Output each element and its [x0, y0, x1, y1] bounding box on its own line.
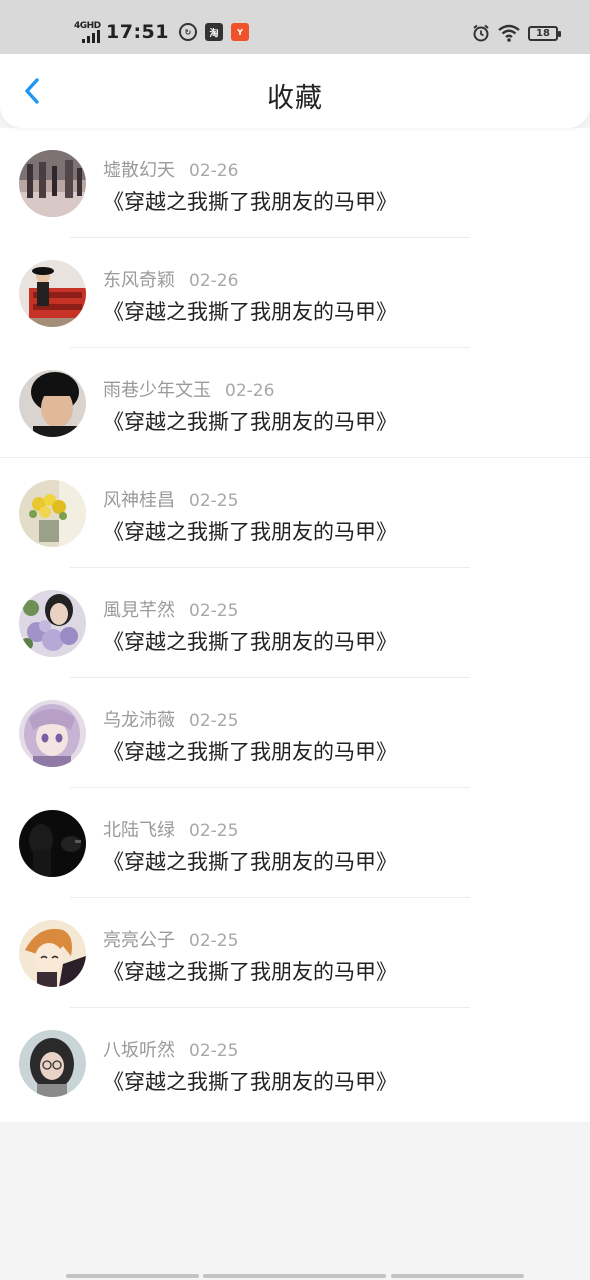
item-date: 02-25 — [189, 1041, 239, 1061]
book-title: 《穿越之我撕了我朋友的马甲》 — [103, 960, 397, 984]
taobao-icon: 淘 — [204, 23, 223, 41]
item-date: 02-25 — [189, 601, 239, 621]
list-item[interactable]: 东风奇颖 02-26 《穿越之我撕了我朋友的马甲》 — [0, 238, 590, 348]
alarm-icon — [473, 24, 489, 42]
user-name: 墟散幻天 — [103, 160, 175, 181]
list-item[interactable]: 八坂听然 02-25 《穿越之我撕了我朋友的马甲》 — [0, 1008, 590, 1118]
wifi-icon — [498, 24, 520, 42]
item-date: 02-25 — [189, 931, 239, 951]
item-date: 02-26 — [225, 381, 275, 401]
book-title: 《穿越之我撕了我朋友的马甲》 — [103, 740, 397, 764]
list-item[interactable]: 风神桂昌 02-25 《穿越之我撕了我朋友的马甲》 — [0, 458, 590, 568]
status-time: 17:51 — [106, 21, 169, 43]
nav-bar-left — [66, 1274, 199, 1278]
avatar — [19, 150, 86, 217]
item-date: 02-25 — [189, 821, 239, 841]
nav-bar-center — [203, 1274, 386, 1278]
book-title: 《穿越之我撕了我朋友的马甲》 — [103, 1070, 397, 1094]
avatar — [19, 590, 86, 657]
book-title: 《穿越之我撕了我朋友的马甲》 — [103, 630, 397, 654]
app-notification-icon: Y — [230, 23, 249, 41]
item-date: 02-26 — [189, 271, 239, 291]
list-item[interactable]: 北陆飞绿 02-25 《穿越之我撕了我朋友的马甲》 — [0, 788, 590, 898]
avatar — [19, 700, 86, 767]
user-name: 东风奇颖 — [103, 270, 175, 291]
list-item[interactable]: 墟散幻天 02-26 《穿越之我撕了我朋友的马甲》 — [0, 128, 590, 238]
battery-icon: 18 — [528, 25, 561, 41]
page-title: 收藏 — [267, 83, 323, 114]
book-title: 《穿越之我撕了我朋友的马甲》 — [103, 190, 397, 214]
user-name: 风神桂昌 — [103, 490, 175, 511]
avatar — [19, 810, 86, 877]
user-name: 北陆飞绿 — [103, 820, 175, 841]
list-item[interactable]: 乌龙沛薇 02-25 《穿越之我撕了我朋友的马甲》 — [0, 678, 590, 788]
list-item[interactable]: 亮亮公子 02-25 《穿越之我撕了我朋友的马甲》 — [0, 898, 590, 1008]
book-title: 《穿越之我撕了我朋友的马甲》 — [103, 850, 397, 874]
book-title: 《穿越之我撕了我朋友的马甲》 — [103, 410, 397, 434]
user-name: 雨巷少年文玉 — [103, 380, 211, 401]
list-item[interactable]: 風見芊然 02-25 《穿越之我撕了我朋友的马甲》 — [0, 568, 590, 678]
book-title: 《穿越之我撕了我朋友的马甲》 — [103, 520, 397, 544]
page-header: 收藏 — [0, 54, 590, 128]
item-date: 02-25 — [189, 711, 239, 731]
avatar — [19, 920, 86, 987]
list-item[interactable]: 雨巷少年文玉 02-26 《穿越之我撕了我朋友的马甲》 — [0, 348, 590, 458]
item-date: 02-26 — [189, 161, 239, 181]
status-bar: 4GHD 17:51 ↻ 淘 Y 18 — [0, 0, 590, 54]
favorites-list: 墟散幻天 02-26 《穿越之我撕了我朋友的马甲》 东风奇颖 02-26 《穿越之我… — [0, 128, 590, 1122]
battery-level: 18 — [536, 27, 550, 39]
user-name: 風見芊然 — [103, 600, 175, 621]
nav-bar-right — [391, 1274, 524, 1278]
avatar — [19, 480, 86, 547]
avatar — [19, 370, 86, 437]
avatar — [19, 1030, 86, 1097]
avatar — [19, 260, 86, 327]
sync-icon: ↻ — [178, 23, 197, 41]
user-name: 八坂听然 — [103, 1040, 175, 1061]
book-title: 《穿越之我撕了我朋友的马甲》 — [103, 300, 397, 324]
cellular-signal-icon: 4GHD — [74, 21, 102, 43]
user-name: 乌龙沛薇 — [103, 710, 175, 731]
item-date: 02-25 — [189, 491, 239, 511]
user-name: 亮亮公子 — [103, 930, 175, 951]
